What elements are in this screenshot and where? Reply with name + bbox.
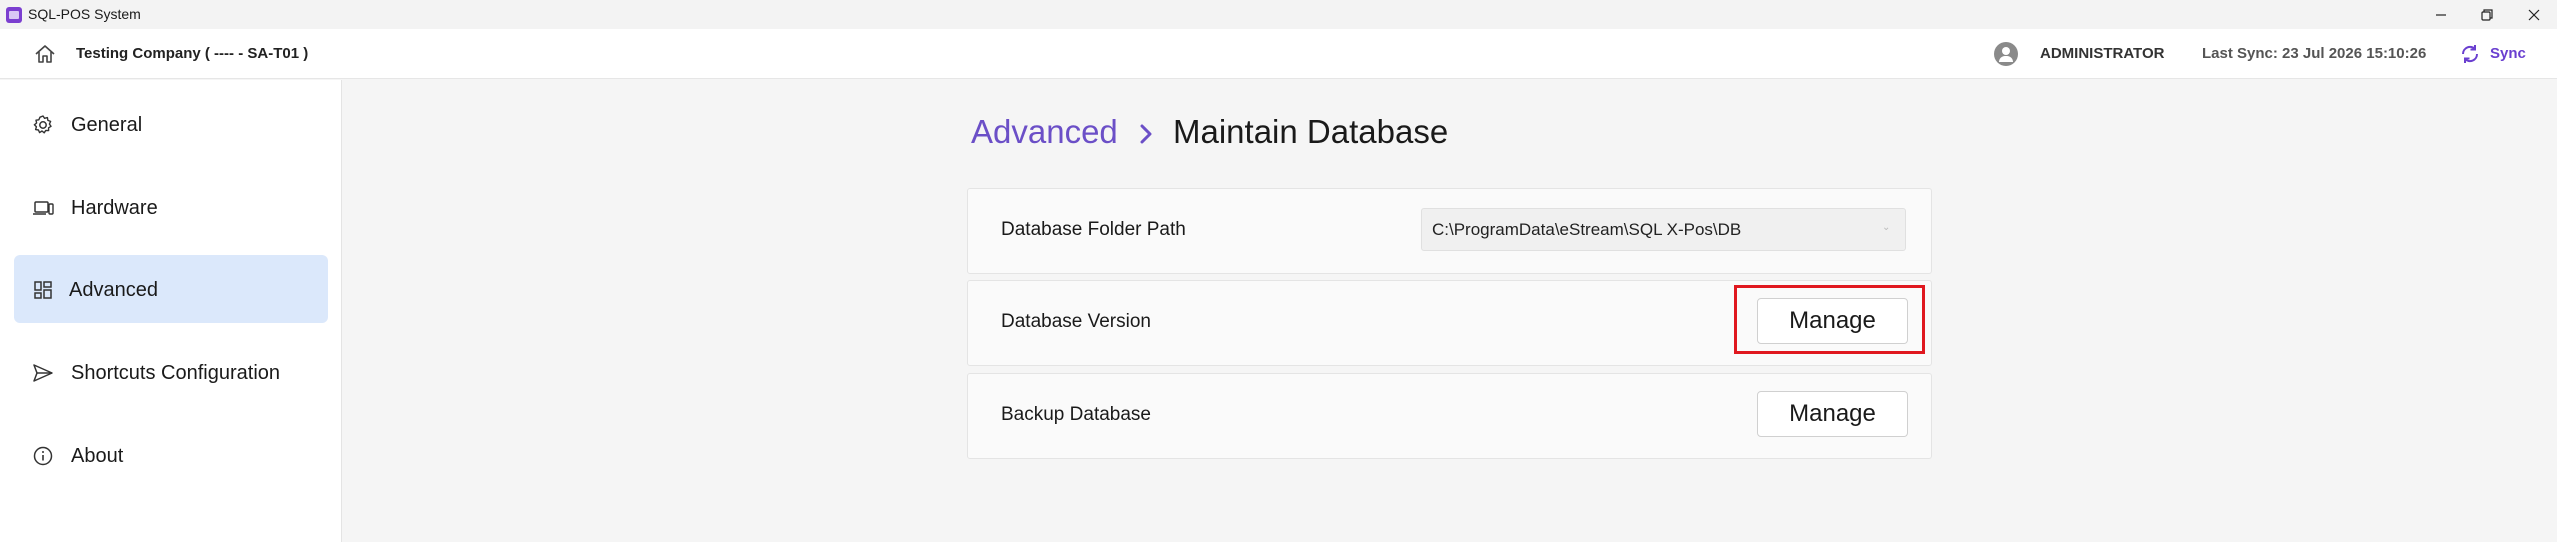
- sidebar-item-label: Shortcuts Configuration: [71, 362, 281, 384]
- minimize-button[interactable]: [2418, 0, 2464, 29]
- sidebar-item-about[interactable]: About: [14, 421, 328, 489]
- app-logo-icon: [6, 7, 22, 23]
- sync-icon[interactable]: [2459, 43, 2481, 65]
- company-name: Testing Company ( ---- - SA-T01 ): [76, 45, 309, 62]
- username: ADMINISTRATOR: [2040, 45, 2165, 62]
- folder-path-label: Database Folder Path: [1001, 219, 1186, 240]
- info-icon: [33, 446, 53, 466]
- highlight-box: [1734, 285, 1925, 354]
- sidebar-item-label: General: [71, 114, 143, 136]
- restore-button[interactable]: [2464, 0, 2510, 29]
- close-button[interactable]: [2511, 0, 2557, 29]
- home-icon[interactable]: [34, 44, 56, 64]
- header-bar: Testing Company ( ---- - SA-T01 ) ADMINI…: [0, 29, 2557, 79]
- title-bar: SQL-POS System: [0, 0, 2557, 29]
- folder-path-field[interactable]: [1421, 208, 1906, 251]
- manage-backup-database-button[interactable]: Manage: [1757, 391, 1908, 437]
- send-icon: [33, 364, 53, 382]
- sidebar-item-label: Advanced: [69, 279, 158, 301]
- window-title: SQL-POS System: [28, 6, 141, 22]
- sidebar-item-shortcuts[interactable]: Shortcuts Configuration: [14, 338, 328, 406]
- backup-database-row: Backup Database Manage: [967, 373, 1932, 459]
- sidebar-item-general[interactable]: General: [14, 90, 328, 158]
- laptop-icon: [33, 201, 54, 215]
- sync-button[interactable]: Sync: [2490, 45, 2526, 62]
- sidebar-item-advanced[interactable]: Advanced: [14, 255, 328, 323]
- minimize-icon: [2436, 13, 2446, 16]
- sidebar-item-hardware[interactable]: Hardware: [14, 173, 328, 241]
- chevron-down-icon: ⌄: [1882, 222, 1891, 233]
- last-sync-time: Last Sync: 23 Jul 2026 15:10:26: [2202, 45, 2427, 62]
- folder-path-row: Database Folder Path ⌄: [967, 188, 1932, 274]
- database-version-label: Database Version: [1001, 311, 1151, 332]
- sidebar-item-label: About: [71, 445, 124, 467]
- restore-icon: [2481, 8, 2493, 21]
- sidebar: General Hardware Advanced Shortcuts Conf…: [0, 80, 342, 542]
- gear-icon: [33, 115, 52, 134]
- dashboard-icon: [34, 281, 52, 299]
- page-title: Maintain Database: [1173, 113, 1449, 150]
- backup-database-label: Backup Database: [1001, 404, 1151, 425]
- close-icon: [2528, 9, 2540, 20]
- breadcrumb-parent-link[interactable]: Advanced: [971, 113, 1118, 151]
- sidebar-item-label: Hardware: [71, 197, 158, 219]
- chevron-right-icon: [1140, 124, 1152, 144]
- avatar: [1994, 42, 2018, 66]
